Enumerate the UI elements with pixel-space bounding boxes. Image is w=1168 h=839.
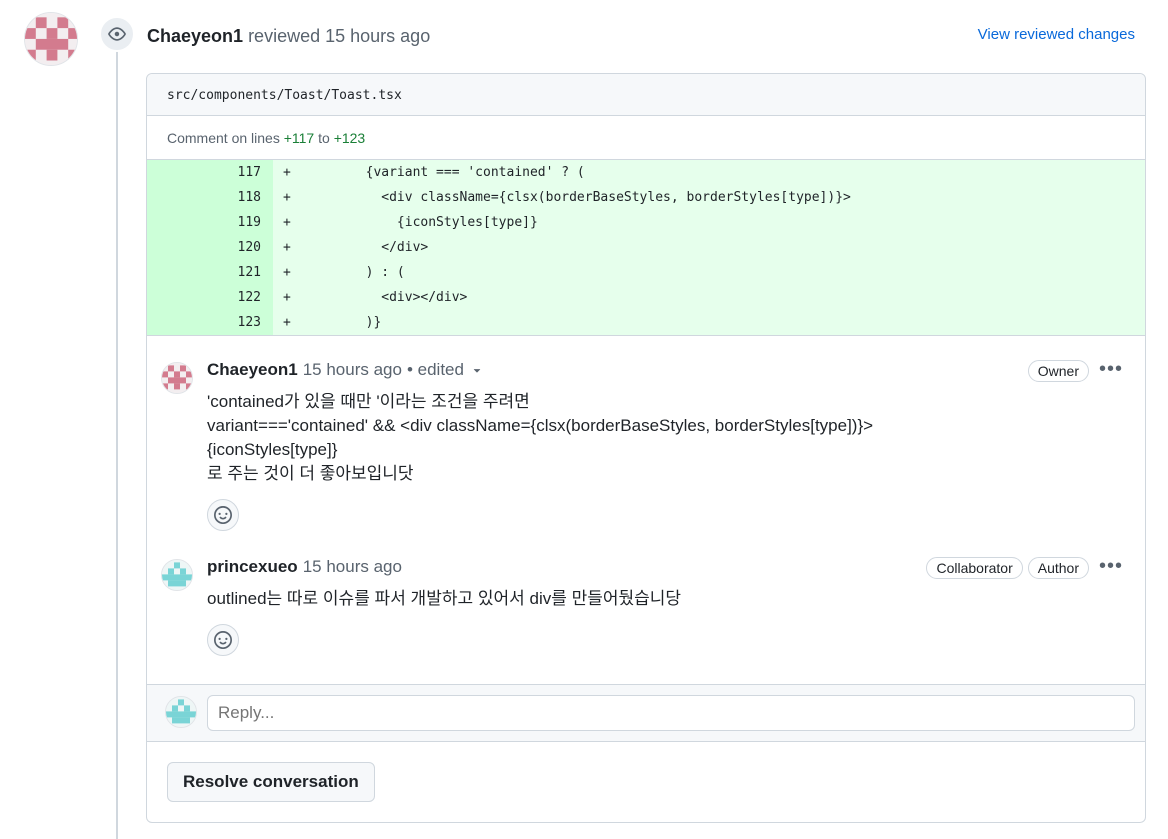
view-reviewed-changes-link[interactable]: View reviewed changes: [978, 26, 1135, 43]
comment-line: 'contained가 있을 때만 '이라는 조건을 주려면: [207, 392, 530, 411]
diff-line: 123 + )}: [147, 310, 1145, 335]
review-thread: src/components/Toast/Toast.tsx Comment o…: [146, 73, 1146, 823]
triangle-down-icon[interactable]: [470, 363, 484, 377]
line-number: 122: [147, 285, 273, 310]
comment-author[interactable]: Chaeyeon1: [207, 358, 298, 382]
line-number: 123: [147, 310, 273, 335]
line-number: 118: [147, 185, 273, 210]
diff-sign: +: [283, 190, 291, 205]
lines-to: to: [318, 130, 330, 146]
review-author[interactable]: Chaeyeon1: [147, 26, 243, 46]
diff-sign: +: [283, 265, 291, 280]
owner-badge: Owner: [1027, 360, 1089, 382]
diff-sign: +: [283, 315, 291, 330]
comment-header: Chaeyeon1 15 hours ago • edited: [207, 358, 1125, 382]
identicon-image: [166, 697, 196, 727]
code-text: {variant === 'contained' ? (: [303, 165, 585, 180]
diff-line: 117 + {variant === 'contained' ? (: [147, 160, 1145, 185]
diff-sign: +: [283, 165, 291, 180]
comment-line: 로 주는 것이 더 좋아보입니닷: [207, 464, 414, 483]
comment-badges: Collaborator Author: [926, 557, 1089, 579]
code-text: <div className={clsx(borderBaseStyles, b…: [303, 190, 851, 205]
comment-avatar[interactable]: [161, 362, 193, 394]
edited-label[interactable]: • edited: [407, 358, 464, 382]
line-number: 121: [147, 260, 273, 285]
comment-author[interactable]: princexueo: [207, 555, 298, 579]
code-text: ) : (: [303, 265, 405, 280]
current-user-avatar: [165, 696, 197, 728]
reply-area: [147, 684, 1145, 742]
review-header: Chaeyeon1 reviewed 15 hours ago: [147, 24, 430, 48]
diff-line: 119 + {iconStyles[type]}: [147, 210, 1145, 235]
code-text: )}: [303, 315, 382, 330]
smiley-icon[interactable]: [207, 499, 239, 531]
code-text: </div>: [303, 240, 429, 255]
identicon-image: [162, 560, 192, 590]
comment-time[interactable]: 15 hours ago: [303, 358, 402, 382]
diff-line: 118 + <div className={clsx(borderBaseStyl…: [147, 185, 1145, 210]
file-path[interactable]: src/components/Toast/Toast.tsx: [147, 74, 1145, 116]
comment-badges: Owner: [1027, 360, 1089, 382]
comment-line: outlined는 따로 이슈를 파서 개발하고 있어서 div를 만들어뒀습니…: [207, 589, 682, 608]
reviewer-avatar[interactable]: [24, 12, 78, 66]
resolve-conversation-button[interactable]: Resolve conversation: [167, 762, 375, 802]
diff-sign: +: [283, 240, 291, 255]
comment-body: outlined는 따로 이슈를 파서 개발하고 있어서 div를 만들어뒀습니…: [207, 585, 1125, 612]
comment-time[interactable]: 15 hours ago: [303, 555, 402, 579]
line-number: 120: [147, 235, 273, 260]
diff-sign: +: [283, 215, 291, 230]
review-time[interactable]: 15 hours ago: [325, 26, 430, 46]
review-action: reviewed: [248, 26, 321, 46]
code-text: <div></div>: [303, 290, 468, 305]
line-number: 119: [147, 210, 273, 235]
code-text: {iconStyles[type]}: [303, 215, 538, 230]
comment-line: {iconStyles[type]}: [207, 440, 338, 459]
review-comment: princexueo 15 hours ago Collaborator Aut…: [147, 555, 1145, 656]
diff-line: 121 + ) : (: [147, 260, 1145, 285]
comment-body: 'contained가 있을 때만 '이라는 조건을 주려면 variant==…: [207, 388, 1125, 487]
identicon-image: [25, 13, 77, 65]
comment-lines-label: Comment on lines +117 to +123: [147, 116, 1145, 160]
line-from: +117: [283, 130, 315, 146]
kebab-horizontal-icon[interactable]: •••: [1099, 358, 1123, 381]
diff-sign: +: [283, 290, 291, 305]
diff-line: 120 + </div>: [147, 235, 1145, 260]
kebab-horizontal-icon[interactable]: •••: [1099, 555, 1123, 578]
diff-code-block: 117 + {variant === 'contained' ? ( 118 + <…: [147, 160, 1145, 336]
reply-input[interactable]: [207, 695, 1135, 731]
identicon-image: [162, 363, 192, 393]
timeline-line: [116, 50, 118, 839]
comment-avatar[interactable]: [161, 559, 193, 591]
smiley-icon[interactable]: [207, 624, 239, 656]
diff-line: 122 + <div></div>: [147, 285, 1145, 310]
author-badge: Author: [1027, 557, 1089, 579]
line-to: +123: [333, 130, 366, 146]
review-comment: Chaeyeon1 15 hours ago • edited Owner ••…: [147, 358, 1145, 531]
eye-icon: [99, 16, 135, 52]
lines-prefix: Comment on lines: [167, 130, 280, 146]
comment-line: variant==='contained' && <div className=…: [207, 416, 874, 435]
line-number: 117: [147, 160, 273, 185]
collaborator-badge: Collaborator: [926, 557, 1023, 579]
